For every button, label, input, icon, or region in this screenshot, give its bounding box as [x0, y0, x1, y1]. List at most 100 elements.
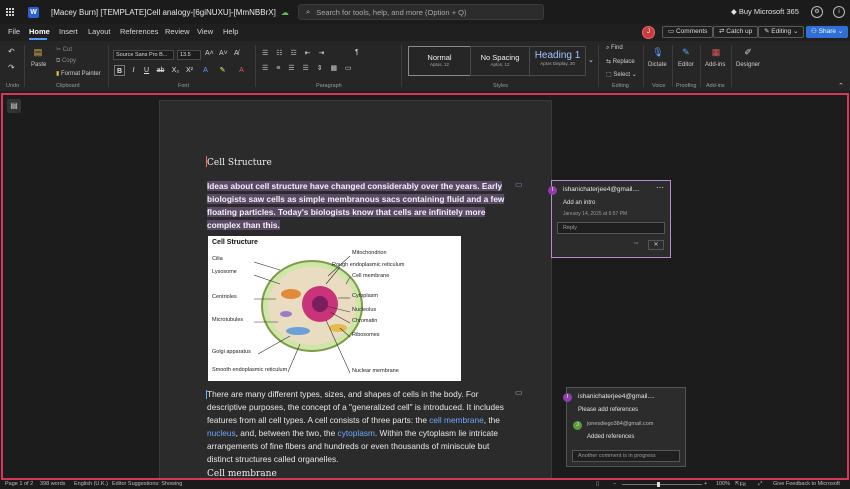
buy-microsoft-365-link[interactable]: ◆ Buy Microsoft 365: [731, 7, 799, 16]
strikethrough-button[interactable]: ab: [155, 65, 166, 76]
tab-help[interactable]: Help: [223, 27, 238, 36]
font-name-select[interactable]: Source Sans Pro B...: [113, 50, 174, 60]
add-ins-button[interactable]: Add-ins: [705, 62, 725, 68]
para-text-3: , and, between the two, the: [235, 428, 338, 438]
reply-input[interactable]: Reply: [557, 222, 665, 234]
editor-pen-icon[interactable]: ✎: [680, 46, 692, 58]
comment-marker-icon[interactable]: ▭: [515, 180, 523, 189]
highlight-button[interactable]: ✎: [217, 65, 228, 76]
tab-review[interactable]: Review: [165, 27, 190, 36]
style-normal[interactable]: Normal Aptos, 12: [408, 46, 471, 76]
tab-references[interactable]: References: [120, 27, 158, 36]
redo-icon[interactable]: ↷: [8, 63, 15, 72]
fit-button[interactable]: ⇱ Fit: [735, 481, 746, 488]
font-size-select[interactable]: 13.5: [177, 50, 201, 60]
zoom-level[interactable]: 100%: [716, 481, 730, 487]
label-mitochondrion: Mitochondrion: [352, 250, 387, 256]
share-button[interactable]: ⚇ Share ⌄: [806, 26, 849, 38]
editor-button[interactable]: Editor: [678, 62, 694, 68]
tab-insert[interactable]: Insert: [59, 27, 78, 36]
tab-view[interactable]: View: [197, 27, 213, 36]
comment-marker-icon[interactable]: ▭: [515, 388, 523, 397]
undo-group-label: Undo: [6, 83, 20, 89]
search-box[interactable]: ⌕ Search for tools, help, and more (Opti…: [298, 4, 544, 20]
subscript-button[interactable]: X₂: [170, 65, 181, 76]
cut-button[interactable]: ✂ Cut: [56, 46, 72, 53]
replace-button[interactable]: ⇆ Replace: [606, 58, 635, 65]
add-ins-icon[interactable]: ▦: [710, 46, 722, 58]
tab-layout[interactable]: Layout: [88, 27, 111, 36]
feedback-link[interactable]: Give Feedback to Microsoft: [773, 481, 840, 487]
collapse-ribbon-icon[interactable]: ⌃: [838, 82, 844, 90]
list-buttons[interactable]: ☰ ☷ ☲ ⇤ ⇥: [262, 49, 327, 57]
dictate-button[interactable]: Dictate: [648, 62, 667, 68]
superscript-button[interactable]: X²: [184, 65, 195, 76]
copy-label: Copy: [61, 58, 76, 64]
language-indicator[interactable]: English (U.K.): [74, 481, 108, 487]
editing-mode-button[interactable]: ✎ Editing ⌄: [758, 26, 805, 38]
document-page[interactable]: Cell Structure Ideas about cell structur…: [159, 100, 552, 478]
clear-formatting-icon[interactable]: A̸: [234, 50, 239, 57]
page-count[interactable]: Page 1 of 2: [5, 481, 33, 487]
heading-cell-structure[interactable]: Cell Structure: [207, 158, 272, 168]
tab-home[interactable]: Home: [29, 27, 50, 36]
undo-icon[interactable]: ↶: [8, 47, 15, 56]
shrink-font-icon[interactable]: A˅: [219, 50, 228, 57]
link-cell-membrane[interactable]: cell membrane: [429, 415, 483, 425]
cell-structure-figure[interactable]: Cell Structure Cilia Lysosome Centrioles…: [208, 236, 461, 381]
comment-input[interactable]: Another comment is in progress: [572, 450, 680, 462]
fullscreen-icon[interactable]: ⤢: [758, 481, 762, 488]
microphone-icon[interactable]: 🎙: [652, 46, 664, 58]
underline-button[interactable]: U: [141, 65, 152, 76]
paste-button[interactable]: Paste: [31, 62, 46, 68]
word-count[interactable]: 398 words: [40, 481, 65, 487]
zoom-slider-track[interactable]: [622, 484, 702, 485]
cancel-reply-icon[interactable]: ✕: [648, 240, 664, 250]
intro-paragraph[interactable]: Ideas about cell structure have changed …: [207, 180, 507, 232]
comment-card[interactable]: I ishanichaterjee4@gmail.... ⋯ Add an in…: [548, 180, 671, 258]
catch-up-button[interactable]: ⇄ Catch up: [713, 26, 759, 38]
style-normal-name: Normal: [427, 53, 452, 62]
designer-icon[interactable]: ✐: [742, 46, 754, 58]
reply-author: jonesdiego384@gmail.com: [587, 421, 654, 427]
italic-button[interactable]: I: [128, 65, 139, 76]
send-reply-icon[interactable]: ⇒: [628, 240, 644, 250]
view-mode-icon[interactable]: ▯: [596, 481, 599, 487]
heading-cell-membrane[interactable]: Cell membrane: [207, 469, 277, 478]
editor-suggestions-status[interactable]: Editor Suggestions: Showing: [112, 481, 182, 487]
label-smooth-er: Smooth endoplasmic reticulum: [212, 367, 288, 373]
text-effects-button[interactable]: A: [200, 65, 211, 76]
copy-button[interactable]: ⧉ Copy: [56, 58, 76, 65]
ribbon-divider: [731, 45, 732, 87]
zoom-in-icon[interactable]: +: [704, 481, 707, 487]
paste-icon[interactable]: ▤: [32, 46, 44, 58]
highlighted-text: Ideas about cell structure have changed …: [207, 181, 505, 230]
font-color-button[interactable]: A: [236, 65, 247, 76]
select-button[interactable]: ⬚ Select ⌄: [606, 71, 637, 78]
bold-button[interactable]: B: [114, 65, 125, 76]
designer-button[interactable]: Designer: [736, 62, 760, 68]
zoom-out-icon[interactable]: −: [613, 481, 616, 487]
styles-more-icon[interactable]: ⌄: [588, 56, 594, 64]
link-nucleus[interactable]: nucleus: [207, 428, 236, 438]
style-heading-1[interactable]: Heading 1 Aptos Display, 20: [529, 46, 586, 76]
show-marks-icon[interactable]: ¶: [355, 49, 359, 56]
tab-file[interactable]: File: [8, 27, 20, 36]
settings-icon[interactable]: ⚙: [811, 6, 823, 18]
user-avatar[interactable]: J: [642, 26, 655, 39]
app-launcher-icon[interactable]: [6, 8, 14, 16]
document-title[interactable]: [Macey Burn] [TEMPLATE]Cell analogy-[6gi…: [51, 8, 276, 17]
body-paragraph[interactable]: There are many different types, sizes, a…: [207, 388, 507, 466]
grow-font-icon[interactable]: A˄: [205, 50, 214, 57]
comment-card[interactable]: I ishanichaterjee4@gmail.... Please add …: [563, 387, 686, 467]
format-painter-button[interactable]: ▮ Format Painter: [56, 70, 101, 77]
align-buttons[interactable]: ☰ ≡ ☰ ☰ ⇕ ▦ ▭: [262, 64, 355, 72]
link-cytoplasm[interactable]: cytoplasm: [338, 428, 375, 438]
comments-button[interactable]: ▭ Comments: [662, 26, 714, 38]
more-options-icon[interactable]: ⋯: [656, 183, 664, 192]
find-button[interactable]: ⌕ Find: [606, 45, 623, 52]
zoom-slider-thumb[interactable]: [657, 482, 660, 487]
navigation-pane-icon[interactable]: ▤: [7, 99, 21, 113]
style-no-spacing[interactable]: No Spacing Aptos, 12: [470, 46, 530, 76]
account-icon[interactable]: i: [833, 6, 845, 18]
